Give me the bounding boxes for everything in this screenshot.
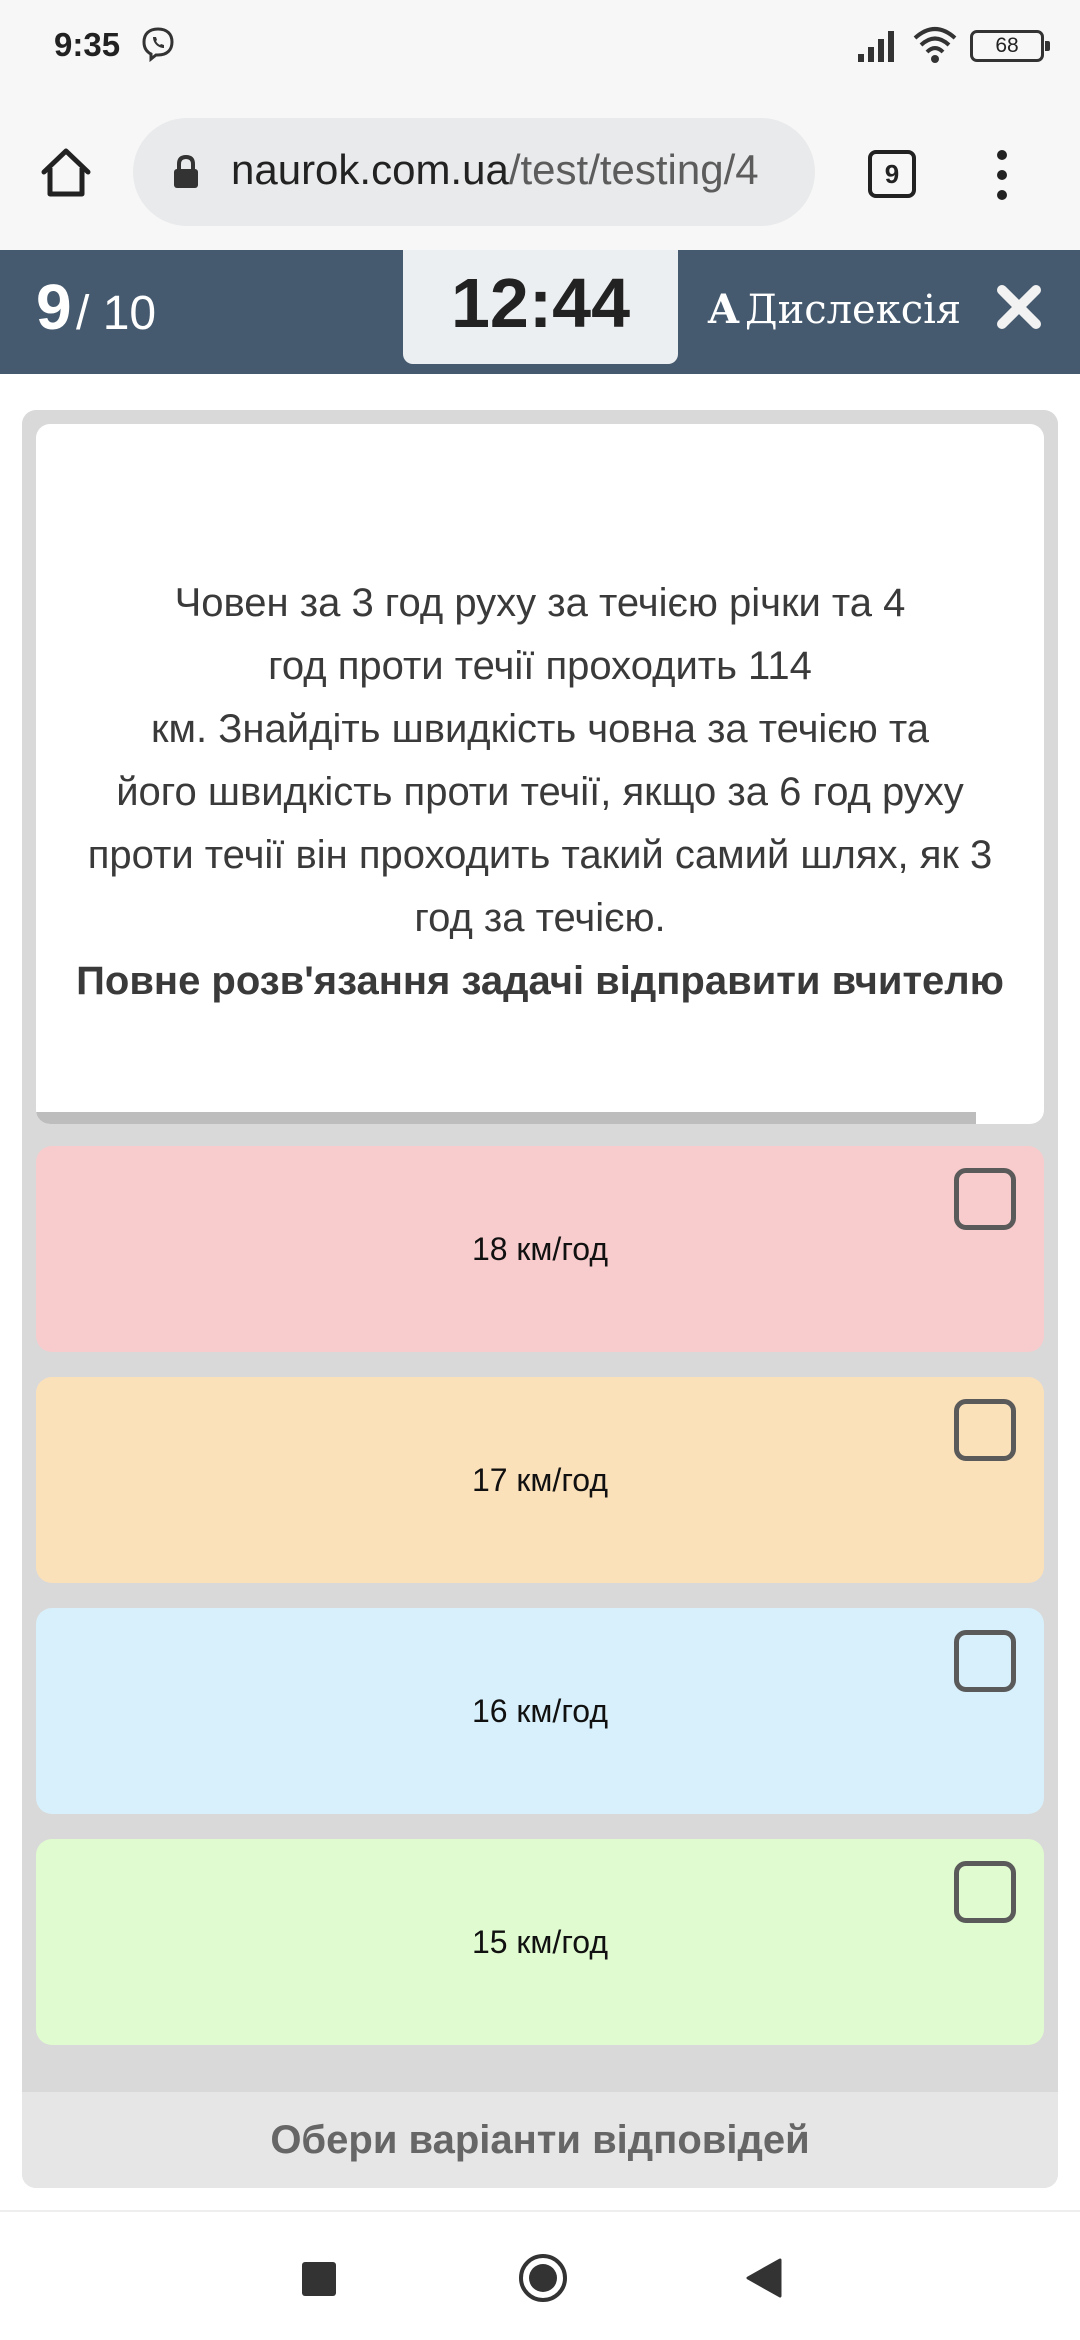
question-counter: 9 / 10	[36, 270, 156, 344]
answer-label: 18 км/год	[471, 1231, 609, 1267]
question-text: Човен за 3 год руху за течією річки та 4…	[36, 572, 1044, 1013]
question-line: його швидкість проти течії, якщо за 6 го…	[116, 770, 964, 814]
submit-answers-button[interactable]: Обери варіанти відповідей	[22, 2092, 1058, 2188]
home-icon[interactable]	[36, 142, 96, 202]
back-icon[interactable]	[744, 2256, 784, 2300]
countdown-timer: 12:44	[403, 250, 678, 364]
question-note: Повне розв'язання задачі відправити вчит…	[76, 959, 1004, 1003]
answer-checkbox[interactable]	[954, 1630, 1016, 1692]
wifi-icon	[913, 27, 957, 63]
question-panel: Човен за 3 год руху за течією річки та 4…	[22, 410, 1058, 2188]
quiz-header: 9 / 10 12:44 A Дислексія	[0, 250, 1080, 374]
home-circle-icon[interactable]	[517, 2252, 569, 2304]
url-path: /test/testing/4	[508, 146, 759, 193]
status-bar: 9:35 68	[0, 0, 1080, 92]
answer-option[interactable]: 15 км/год	[36, 1839, 1044, 2045]
question-line: Човен за 3 год руху за течією річки та 4	[174, 581, 906, 625]
answer-option[interactable]: 16 км/год	[36, 1608, 1044, 1814]
question-line: проти течії він проходить такий самий шл…	[87, 833, 993, 877]
battery-level: 68	[995, 34, 1019, 57]
current-question: 9	[36, 271, 72, 343]
close-icon[interactable]	[994, 282, 1044, 332]
answer-checkbox[interactable]	[954, 1399, 1016, 1461]
tab-switcher-button[interactable]: 9	[868, 150, 916, 198]
horizontal-scrollbar[interactable]	[36, 1112, 976, 1124]
dyslexia-toggle[interactable]: A Дислексія	[708, 286, 961, 333]
browser-toolbar: naurok.com.ua/test/testing/4 9	[0, 92, 1080, 250]
more-options-icon[interactable]	[990, 148, 1014, 202]
url-domain: naurok.com.ua	[231, 146, 509, 193]
question-card: Човен за 3 год руху за течією річки та 4…	[36, 424, 1044, 1124]
dyslexia-label: Дислексія	[745, 287, 962, 333]
battery-icon: 68	[970, 30, 1050, 62]
signal-icon	[858, 31, 894, 62]
status-time: 9:35	[54, 26, 121, 63]
viber-icon	[142, 27, 174, 62]
lock-icon	[174, 154, 198, 188]
total-questions: / 10	[76, 287, 157, 340]
recent-apps-icon[interactable]	[302, 2262, 336, 2296]
question-line: год проти течії проходить 114	[268, 644, 812, 688]
question-line: год за течією.	[414, 896, 666, 940]
question-line: км. Знайдіть швидкість човна за течією т…	[151, 707, 929, 751]
answer-checkbox[interactable]	[954, 1168, 1016, 1230]
answer-label: 16 км/год	[471, 1693, 609, 1729]
answer-label: 15 км/год	[471, 1924, 609, 1960]
dyslexia-font-icon: A	[708, 286, 740, 333]
url-text[interactable]: naurok.com.ua/test/testing/4	[231, 146, 759, 194]
answer-option[interactable]: 17 км/год	[36, 1377, 1044, 1583]
answer-label: 17 км/год	[471, 1462, 609, 1498]
answer-option[interactable]: 18 км/год	[36, 1146, 1044, 1352]
system-navigation-bar	[0, 2210, 1080, 2340]
answer-checkbox[interactable]	[954, 1861, 1016, 1923]
address-bar[interactable]: naurok.com.ua/test/testing/4	[133, 118, 815, 226]
